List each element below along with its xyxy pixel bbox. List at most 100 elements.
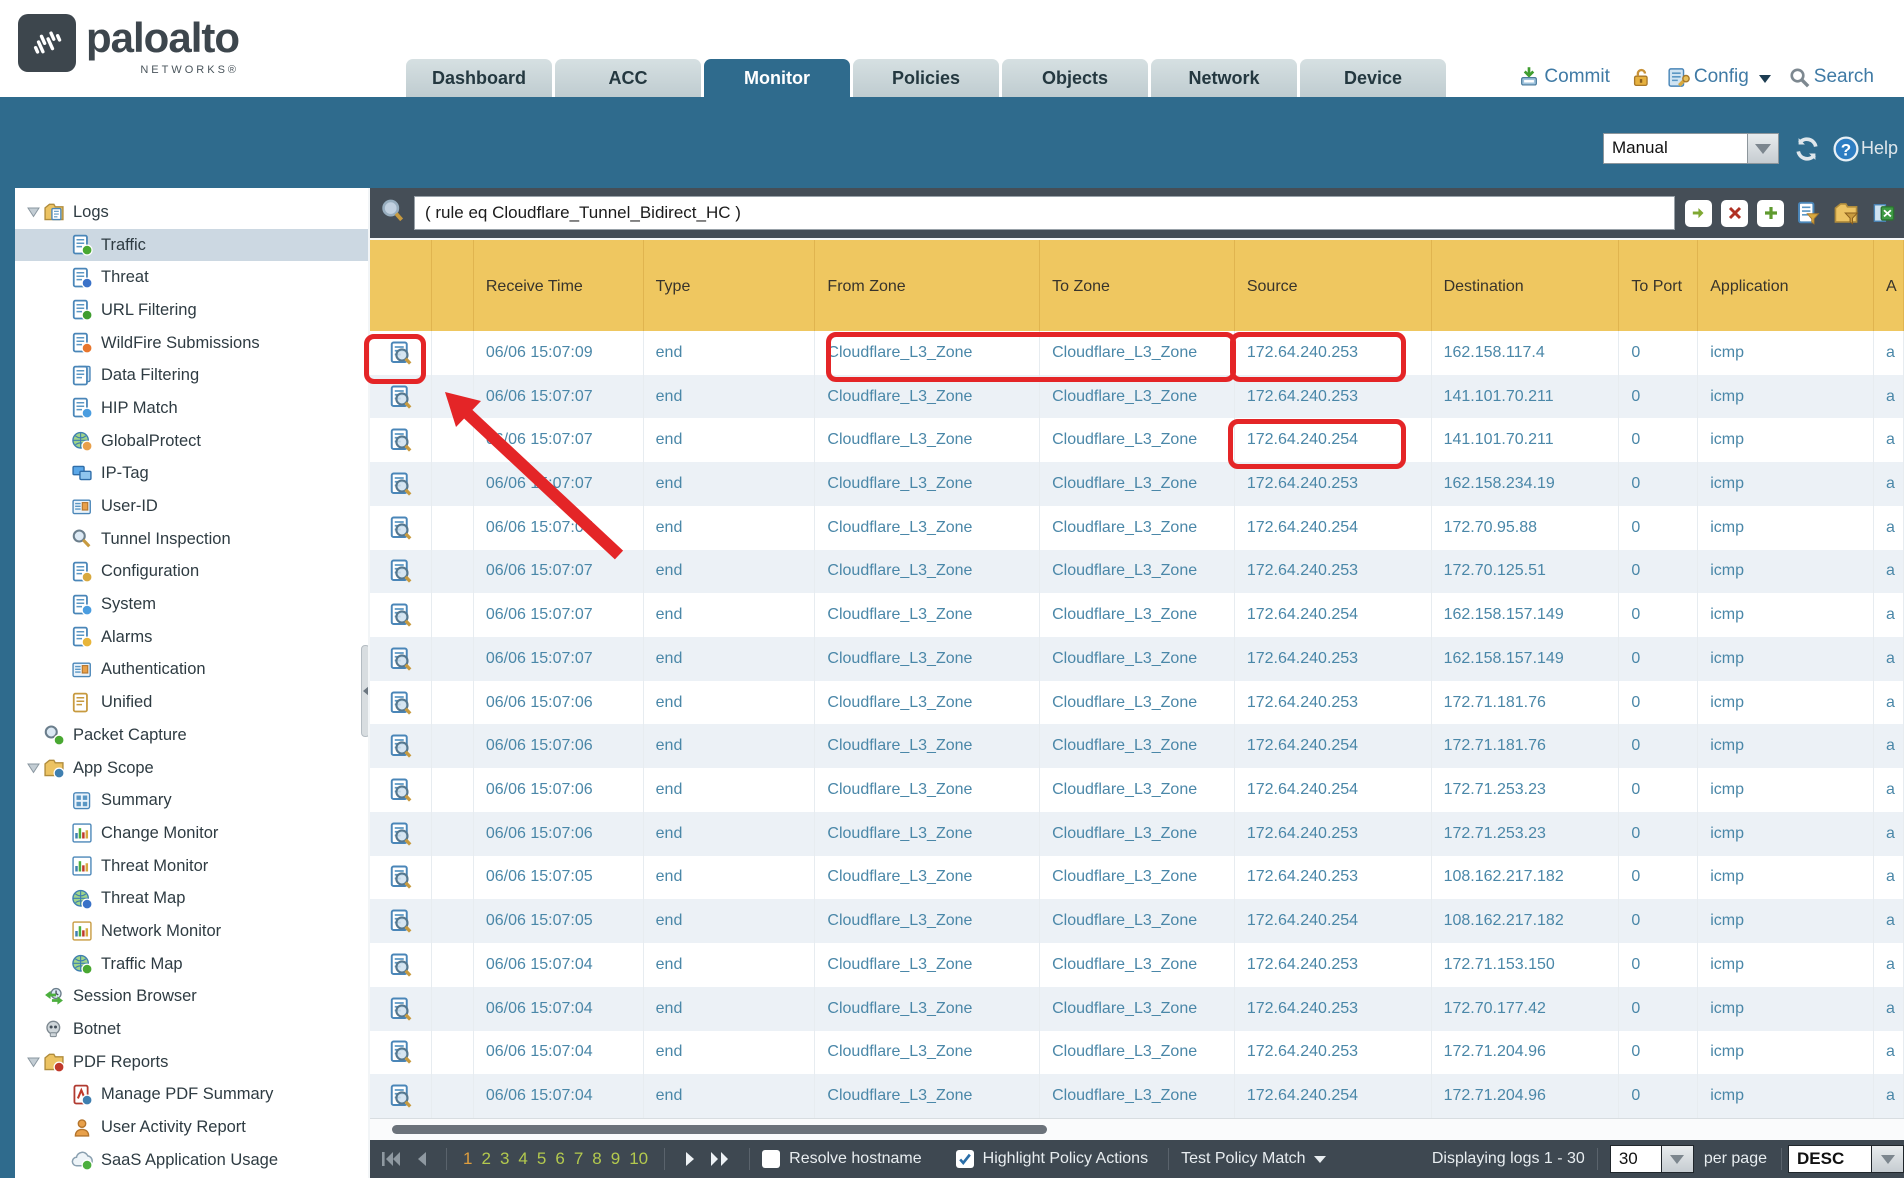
cell-from-zone[interactable]: Cloudflare_L3_Zone xyxy=(815,987,1040,1031)
sidebar-item-alarms[interactable]: Alarms xyxy=(15,621,368,654)
cell-application[interactable]: icmp xyxy=(1698,375,1874,419)
cell-from-zone[interactable]: Cloudflare_L3_Zone xyxy=(815,375,1040,419)
cell-from-zone[interactable]: Cloudflare_L3_Zone xyxy=(815,1074,1040,1118)
column-header-source[interactable]: Source xyxy=(1235,240,1432,331)
help-icon[interactable]: ? xyxy=(1833,136,1859,162)
cell-receive-time[interactable]: 06/06 15:07:04 xyxy=(474,1031,644,1075)
cell-type[interactable]: end xyxy=(644,506,816,550)
tab-monitor[interactable]: Monitor xyxy=(704,59,850,97)
sidebar-item-user-id[interactable]: User-ID xyxy=(15,490,368,523)
cell-destination[interactable]: 172.71.204.96 xyxy=(1432,1031,1620,1075)
cell-to-zone[interactable]: Cloudflare_L3_Zone xyxy=(1040,506,1235,550)
cell-application[interactable]: icmp xyxy=(1698,943,1874,987)
sidebar-item-globalprotect[interactable]: GlobalProtect xyxy=(15,425,368,458)
expander-down-icon[interactable] xyxy=(23,1057,43,1068)
cell-to-port[interactable]: 0 xyxy=(1619,724,1698,768)
cell-application[interactable]: icmp xyxy=(1698,637,1874,681)
cell-receive-time[interactable]: 06/06 15:07:07 xyxy=(474,375,644,419)
cell-to-port[interactable]: 0 xyxy=(1619,812,1698,856)
test-policy-match-caret-icon[interactable] xyxy=(1314,1156,1326,1163)
resolve-hostname-checkbox[interactable] xyxy=(762,1150,780,1168)
cell-destination[interactable]: 141.101.70.211 xyxy=(1432,375,1620,419)
cell-application[interactable]: icmp xyxy=(1698,856,1874,900)
cell-type[interactable]: end xyxy=(644,768,816,812)
cell-source[interactable]: 172.64.240.253 xyxy=(1235,331,1432,375)
column-header-receive-time[interactable]: Receive Time xyxy=(474,240,644,331)
cell-from-zone[interactable]: Cloudflare_L3_Zone xyxy=(815,724,1040,768)
cell-source[interactable]: 172.64.240.254 xyxy=(1235,724,1432,768)
cell-application[interactable]: icmp xyxy=(1698,418,1874,462)
cell-source[interactable]: 172.64.240.254 xyxy=(1235,899,1432,943)
cell-to-zone[interactable]: Cloudflare_L3_Zone xyxy=(1040,593,1235,637)
cell-action[interactable]: a xyxy=(1874,681,1904,725)
column-header-to-port[interactable]: To Port xyxy=(1619,240,1698,331)
config-icon[interactable] xyxy=(1667,66,1690,89)
log-detail-icon[interactable] xyxy=(388,997,412,1021)
cell-to-port[interactable]: 0 xyxy=(1619,331,1698,375)
cell-application[interactable]: icmp xyxy=(1698,550,1874,594)
cell-destination[interactable]: 162.158.157.149 xyxy=(1432,593,1620,637)
cell-source[interactable]: 172.64.240.253 xyxy=(1235,856,1432,900)
cell-receive-time[interactable]: 06/06 15:07:06 xyxy=(474,768,644,812)
horizontal-scrollbar-thumb[interactable] xyxy=(392,1125,1047,1134)
log-detail-icon[interactable] xyxy=(388,778,412,802)
highlight-policy-actions-checkbox[interactable] xyxy=(956,1150,974,1168)
cell-application[interactable]: icmp xyxy=(1698,506,1874,550)
cell-type[interactable]: end xyxy=(644,812,816,856)
config-button[interactable]: Config xyxy=(1694,66,1749,88)
cell-from-zone[interactable]: Cloudflare_L3_Zone xyxy=(815,1031,1040,1075)
cell-to-port[interactable]: 0 xyxy=(1619,681,1698,725)
cell-to-zone[interactable]: Cloudflare_L3_Zone xyxy=(1040,681,1235,725)
cell-action[interactable]: a xyxy=(1874,724,1904,768)
cell-receive-time[interactable]: 06/06 15:07:09 xyxy=(474,331,644,375)
cell-type[interactable]: end xyxy=(644,550,816,594)
cell-to-port[interactable]: 0 xyxy=(1619,550,1698,594)
sidebar-item-url-filtering[interactable]: URL Filtering xyxy=(15,294,368,327)
horizontal-scrollbar[interactable] xyxy=(370,1118,1904,1140)
cell-receive-time[interactable]: 06/06 15:07:04 xyxy=(474,943,644,987)
cell-application[interactable]: icmp xyxy=(1698,1031,1874,1075)
cell-receive-time[interactable]: 06/06 15:07:04 xyxy=(474,1074,644,1118)
cell-to-port[interactable]: 0 xyxy=(1619,593,1698,637)
cell-receive-time[interactable]: 06/06 15:07:07 xyxy=(474,506,644,550)
log-detail-icon[interactable] xyxy=(388,953,412,977)
cell-type[interactable]: end xyxy=(644,943,816,987)
cell-to-port[interactable]: 0 xyxy=(1619,899,1698,943)
sidebar-item-summary[interactable]: Summary xyxy=(15,784,368,817)
cell-type[interactable]: end xyxy=(644,375,816,419)
load-filter-button[interactable] xyxy=(1831,200,1860,227)
cell-application[interactable]: icmp xyxy=(1698,1074,1874,1118)
log-detail-icon[interactable] xyxy=(388,603,412,627)
sidebar-item-threat-monitor[interactable]: Threat Monitor xyxy=(15,850,368,883)
cell-to-zone[interactable]: Cloudflare_L3_Zone xyxy=(1040,331,1235,375)
cell-to-zone[interactable]: Cloudflare_L3_Zone xyxy=(1040,1031,1235,1075)
log-detail-icon[interactable] xyxy=(388,909,412,933)
cell-source[interactable]: 172.64.240.253 xyxy=(1235,375,1432,419)
cell-action[interactable]: a xyxy=(1874,1031,1904,1075)
cell-destination[interactable]: 172.71.253.23 xyxy=(1432,768,1620,812)
cell-receive-time[interactable]: 06/06 15:07:04 xyxy=(474,987,644,1031)
expander-down-icon[interactable] xyxy=(23,763,43,774)
cell-destination[interactable]: 162.158.234.19 xyxy=(1432,462,1620,506)
cell-destination[interactable]: 141.101.70.211 xyxy=(1432,418,1620,462)
cell-from-zone[interactable]: Cloudflare_L3_Zone xyxy=(815,812,1040,856)
sidebar-item-unified[interactable]: Unified xyxy=(15,686,368,719)
cell-to-port[interactable]: 0 xyxy=(1619,375,1698,419)
cell-to-port[interactable]: 0 xyxy=(1619,1031,1698,1075)
sort-order-select[interactable]: DESC xyxy=(1788,1145,1872,1173)
sidebar-item-session-browser[interactable]: Session Browser xyxy=(15,981,368,1014)
cell-source[interactable]: 172.64.240.254 xyxy=(1235,593,1432,637)
cell-application[interactable]: icmp xyxy=(1698,899,1874,943)
first-page-button[interactable] xyxy=(380,1150,402,1168)
test-policy-match-button[interactable]: Test Policy Match xyxy=(1181,1150,1305,1168)
cell-source[interactable]: 172.64.240.253 xyxy=(1235,987,1432,1031)
page-number-9[interactable]: 9 xyxy=(611,1149,620,1169)
cell-application[interactable]: icmp xyxy=(1698,724,1874,768)
cell-receive-time[interactable]: 06/06 15:07:07 xyxy=(474,462,644,506)
sidebar-item-threat[interactable]: Threat xyxy=(15,261,368,294)
cell-to-port[interactable]: 0 xyxy=(1619,462,1698,506)
cell-from-zone[interactable]: Cloudflare_L3_Zone xyxy=(815,856,1040,900)
cell-destination[interactable]: 172.71.153.150 xyxy=(1432,943,1620,987)
cell-to-zone[interactable]: Cloudflare_L3_Zone xyxy=(1040,418,1235,462)
column-header-type[interactable]: Type xyxy=(644,240,816,331)
